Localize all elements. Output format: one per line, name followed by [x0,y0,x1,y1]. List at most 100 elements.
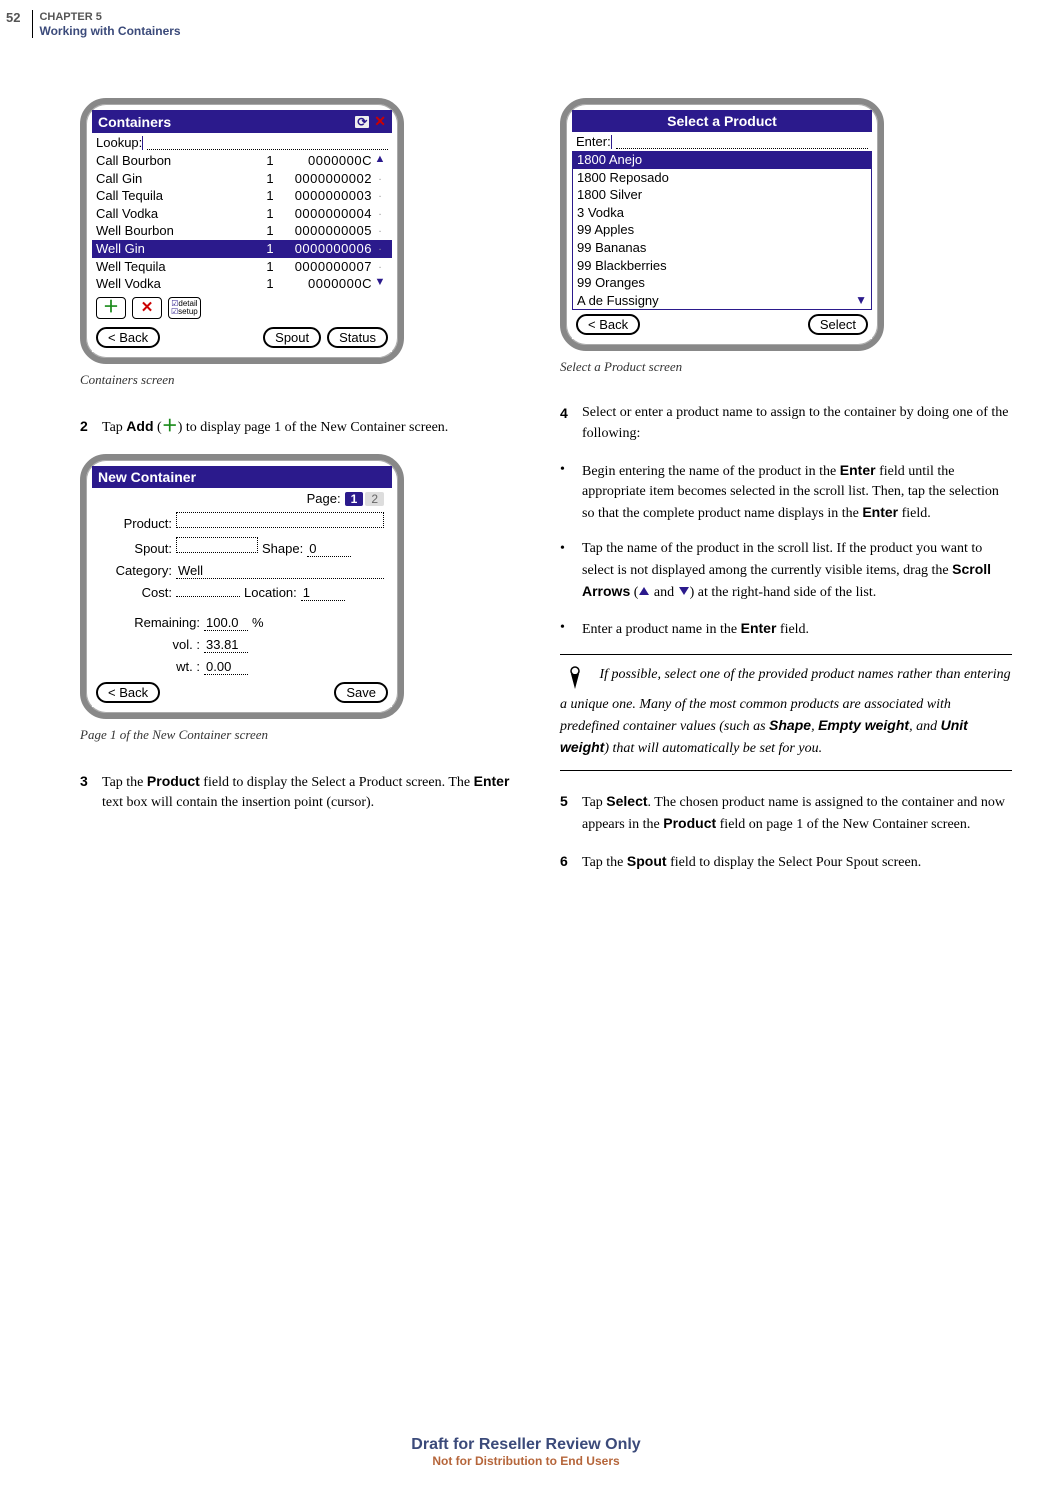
wt-value[interactable]: 0.00 [204,659,248,675]
remaining-value[interactable]: 100.0 [204,615,248,631]
back-button[interactable]: < Back [96,327,160,348]
row-qty: 1 [260,222,280,240]
status-button[interactable]: Status [327,327,388,348]
product-field[interactable] [176,512,384,528]
select-product-titlebar: Select a Product [572,110,872,132]
new-container-caption: Page 1 of the New Container screen [80,727,532,743]
step-3-number: 3 [80,771,102,814]
page-tab-2[interactable]: 2 [365,492,384,506]
step-2: 2 Tap Add (＋) to display page 1 of the N… [80,416,532,438]
table-row[interactable]: Well Gin10000000006. [92,240,392,258]
step-4: 4 Select or enter a product name to assi… [560,403,1012,444]
step-4-number: 4 [560,403,582,444]
back-button-nc[interactable]: < Back [96,682,160,703]
vol-label: vol. : [100,637,200,652]
list-item[interactable]: A de Fussigny▼ [572,292,872,310]
list-item[interactable]: 1800 Reposado [572,169,872,187]
enter-input[interactable] [616,134,868,149]
item-name: 99 Apples [577,221,867,239]
row-code: 0000000003 [280,187,372,205]
row-dot: . [372,205,388,223]
row-qty: 1 [260,152,280,170]
cost-label: Cost: [100,585,172,600]
step-6: 6 Tap the Spout field to display the Sel… [560,851,1012,873]
shape-value[interactable]: 0 [307,541,351,557]
enter-label: Enter: [576,134,611,149]
row-name: Well Bourbon [96,222,260,240]
scroll-down-icon[interactable]: ▼ [372,275,388,293]
page-number: 52 [0,10,26,25]
step-3: 3 Tap the Product field to display the S… [80,771,532,814]
scroll-down-icon[interactable]: ▼ [855,292,867,310]
back-button-sp[interactable]: < Back [576,314,640,335]
category-value[interactable]: Well [176,563,384,579]
scroll-up-icon[interactable]: ▲ [372,152,388,170]
save-button[interactable]: Save [334,682,388,703]
cost-value[interactable] [176,596,240,597]
vol-value[interactable]: 33.81 [204,637,248,653]
spout-label: Spout: [100,541,172,556]
table-row[interactable]: Well Tequila10000000007. [92,258,392,276]
product-label: Product: [100,516,172,531]
close-icon[interactable]: ✕ [374,113,386,130]
table-row[interactable]: Call Gin10000000002. [92,170,392,188]
row-code: 0000000C [280,275,372,293]
sync-icon[interactable]: ⟳ [354,115,370,129]
row-qty: 1 [260,205,280,223]
containers-list: Call Bourbon10000000C▲Call Gin1000000000… [92,152,392,292]
select-product-screenshot: Select a Product Enter: 1800 Anejo1800 R… [560,98,884,351]
list-item[interactable]: 1800 Anejo [572,151,872,169]
step-5-number: 5 [560,791,582,836]
row-dot: . [372,222,388,240]
chapter-line-1: CHAPTER 5 [39,10,180,24]
list-item[interactable]: 99 Bananas [572,239,872,257]
list-item[interactable]: 3 Vodka [572,204,872,222]
item-name: 3 Vodka [577,204,867,222]
delete-button[interactable]: ✕ [132,297,162,319]
list-item[interactable]: 99 Apples [572,221,872,239]
table-row[interactable]: Call Vodka10000000004. [92,205,392,223]
page-footer: Draft for Reseller Review Only Not for D… [0,1436,1052,1468]
options-button[interactable]: ☑detail ☑setup [168,297,201,319]
list-item[interactable]: 99 Oranges [572,274,872,292]
footer-line-1: Draft for Reseller Review Only [0,1436,1052,1454]
product-list: 1800 Anejo1800 Reposado1800 Silver3 Vodk… [572,151,872,310]
row-name: Call Gin [96,170,260,188]
location-value[interactable]: 1 [301,585,345,601]
plus-icon: ＋ [103,300,119,316]
new-container-screenshot: New Container Page: 1 2 Product: [80,454,404,719]
select-button[interactable]: Select [808,314,868,335]
lookup-input[interactable] [147,135,388,150]
table-row[interactable]: Well Bourbon10000000005. [92,222,392,240]
spout-button[interactable]: Spout [263,327,321,348]
table-row[interactable]: Well Vodka10000000C▼ [92,275,392,293]
add-button[interactable]: ＋ [96,297,126,319]
item-name: 99 Bananas [577,239,867,257]
category-label: Category: [100,563,172,578]
row-qty: 1 [260,187,280,205]
item-name: 99 Blackberries [577,257,867,275]
row-name: Well Tequila [96,258,260,276]
table-row[interactable]: Call Tequila10000000003. [92,187,392,205]
chapter-line-2: Working with Containers [39,24,180,38]
step-2-number: 2 [80,416,102,438]
row-code: 0000000005 [280,222,372,240]
item-name: 1800 Silver [577,186,867,204]
location-label: Location: [244,585,297,600]
page-tab-1[interactable]: 1 [345,492,364,506]
row-code: 0000000004 [280,205,372,223]
row-qty: 1 [260,170,280,188]
remaining-label: Remaining: [100,615,200,630]
list-item[interactable]: 99 Blackberries [572,257,872,275]
scroll-down-icon [678,586,690,596]
row-dot: . [372,187,388,205]
footer-line-2: Not for Distribution to End Users [0,1454,1052,1468]
item-name: 1800 Anejo [577,151,867,169]
row-name: Call Vodka [96,205,260,223]
list-item[interactable]: 1800 Silver [572,186,872,204]
tip-icon [560,665,590,695]
containers-screenshot: Containers ⟳ ✕ Lookup: Call Bourbon10000… [80,98,404,363]
spout-field[interactable] [176,537,258,553]
row-name: Call Tequila [96,187,260,205]
table-row[interactable]: Call Bourbon10000000C▲ [92,152,392,170]
